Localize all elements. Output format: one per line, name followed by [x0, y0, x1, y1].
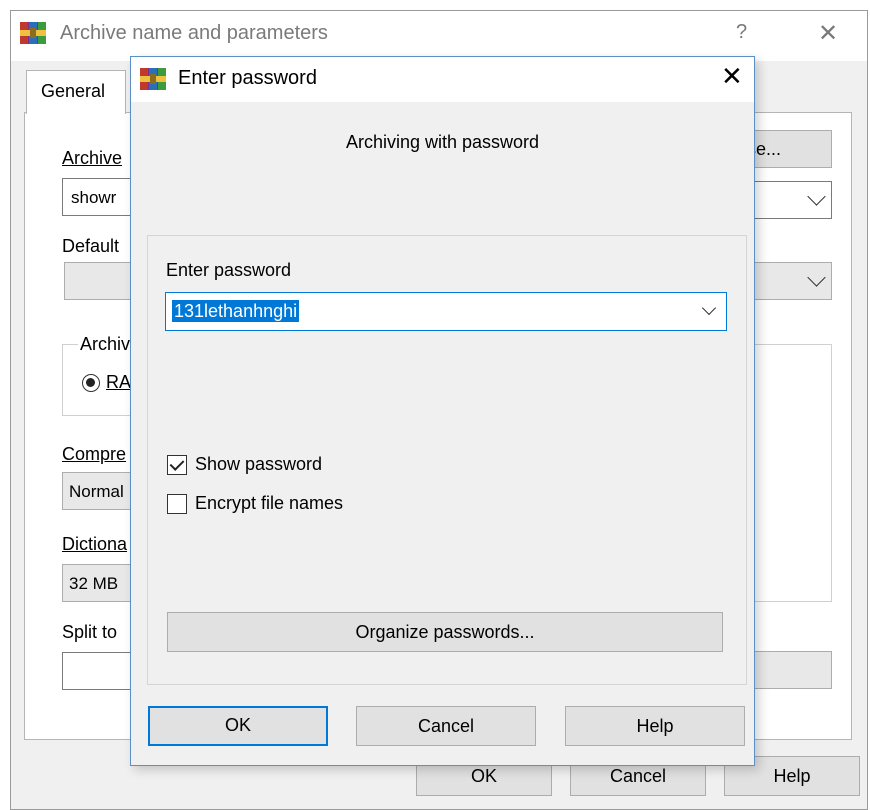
dialog-title: Enter password: [178, 67, 317, 89]
help-icon[interactable]: ?: [736, 21, 747, 44]
close-icon[interactable]: ✕: [818, 19, 838, 48]
chevron-down-icon: [807, 187, 826, 206]
winrar-icon: [20, 22, 46, 44]
close-icon[interactable]: ✕: [721, 63, 743, 89]
split-volumes-label: Split to: [62, 622, 118, 642]
rar-radio[interactable]: [82, 374, 100, 392]
archive-name-value: showr: [71, 188, 117, 207]
password-value: 131lethanhnghi: [172, 300, 300, 322]
encrypt-file-names-label[interactable]: Encrypt file names: [195, 493, 343, 514]
password-combobox[interactable]: 131lethanhnghi: [165, 292, 727, 331]
compression-label: Compre: [62, 444, 127, 464]
organize-passwords-button[interactable]: Organize passwords...: [167, 612, 723, 652]
chevron-down-icon: [807, 268, 826, 287]
password-label: Enter password: [166, 260, 292, 280]
default-profile-label: Default: [62, 236, 120, 256]
archive-name-label: Archive: [62, 148, 123, 168]
window-title: Archive name and parameters: [60, 22, 328, 44]
dialog-subtitle: Archiving with password: [345, 132, 540, 152]
ok-button[interactable]: OK: [148, 706, 328, 746]
chevron-down-icon[interactable]: [701, 300, 717, 316]
show-password-label[interactable]: Show password: [195, 454, 322, 475]
show-password-checkbox[interactable]: [167, 455, 187, 475]
dictionary-value: 32 MB: [69, 574, 119, 593]
help-button[interactable]: Help: [565, 706, 745, 746]
rar-radio-label: RA: [106, 372, 132, 392]
winrar-icon: [140, 68, 166, 90]
encrypt-file-names-checkbox[interactable]: [167, 494, 187, 514]
compression-value: Normal: [69, 482, 124, 501]
dictionary-label: Dictiona: [62, 534, 128, 554]
tab-general-label: General: [41, 81, 106, 101]
archive-format-label: Archiv: [78, 334, 133, 355]
check-icon: [169, 456, 185, 471]
tab-general[interactable]: General: [26, 70, 126, 114]
cancel-button[interactable]: Cancel: [356, 706, 536, 746]
